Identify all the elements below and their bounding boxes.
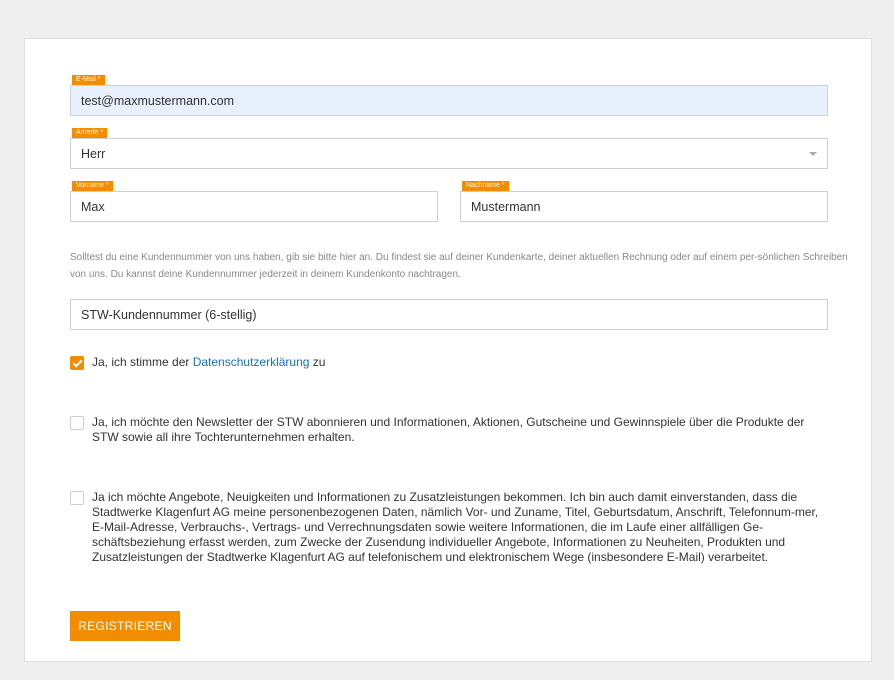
anrede-field-group: Herr Anrede * — [70, 128, 828, 169]
offers-checkbox[interactable] — [70, 491, 84, 505]
privacy-consent-row: Ja, ich stimme der Datenschutzerklärung … — [70, 355, 850, 370]
email-label: E-Mail * — [72, 75, 105, 85]
privacy-suffix: zu — [309, 355, 326, 369]
nachname-input[interactable]: Mustermann — [460, 191, 828, 222]
kundennummer-placeholder: STW-Kundennummer (6-stellig) — [81, 307, 257, 322]
nachname-value: Mustermann — [471, 199, 541, 214]
privacy-checkbox[interactable] — [70, 356, 84, 370]
offers-consent-row: Ja ich möchte Angebote, Neuigkeiten und … — [70, 490, 830, 565]
newsletter-consent-row: Ja, ich möchte den Newsletter der STW ab… — [70, 415, 830, 445]
vorname-value: Max — [81, 199, 105, 214]
privacy-policy-link[interactable]: Datenschutzerklärung — [193, 355, 310, 369]
vorname-input[interactable]: Max — [70, 191, 438, 222]
email-field-group: test@maxmustermann.com E-Mail * — [70, 75, 828, 116]
chevron-down-icon — [809, 151, 817, 156]
email-value: test@maxmustermann.com — [81, 93, 235, 108]
nachname-label: Nachname * — [462, 181, 509, 191]
email-input[interactable]: test@maxmustermann.com — [70, 85, 828, 116]
vorname-label: Vorname * — [72, 181, 113, 191]
anrede-select[interactable]: Herr — [70, 138, 828, 169]
newsletter-consent-text: Ja, ich möchte den Newsletter der STW ab… — [92, 415, 805, 444]
anrede-label: Anrede * — [72, 128, 108, 138]
kundennummer-field-group: STW-Kundennummer (6-stellig) — [70, 299, 828, 330]
kundennummer-input[interactable]: STW-Kundennummer (6-stellig) — [70, 299, 828, 330]
vorname-field-group: Max Vorname * — [70, 181, 438, 222]
nachname-field-group: Mustermann Nachname * — [460, 181, 828, 222]
offers-consent-text: Ja ich möchte Angebote, Neuigkeiten und … — [92, 490, 819, 564]
registration-form: test@maxmustermann.com E-Mail * Herr Anr… — [24, 38, 872, 662]
anrede-value: Herr — [81, 146, 106, 161]
newsletter-checkbox[interactable] — [70, 416, 84, 430]
kundennummer-hint: Solltest du eine Kundennummer von uns ha… — [70, 252, 848, 280]
privacy-prefix: Ja, ich stimme der — [92, 355, 193, 369]
register-button[interactable]: REGISTRIEREN — [70, 611, 180, 641]
privacy-consent-text: Ja, ich stimme der Datenschutzerklärung … — [92, 355, 325, 370]
